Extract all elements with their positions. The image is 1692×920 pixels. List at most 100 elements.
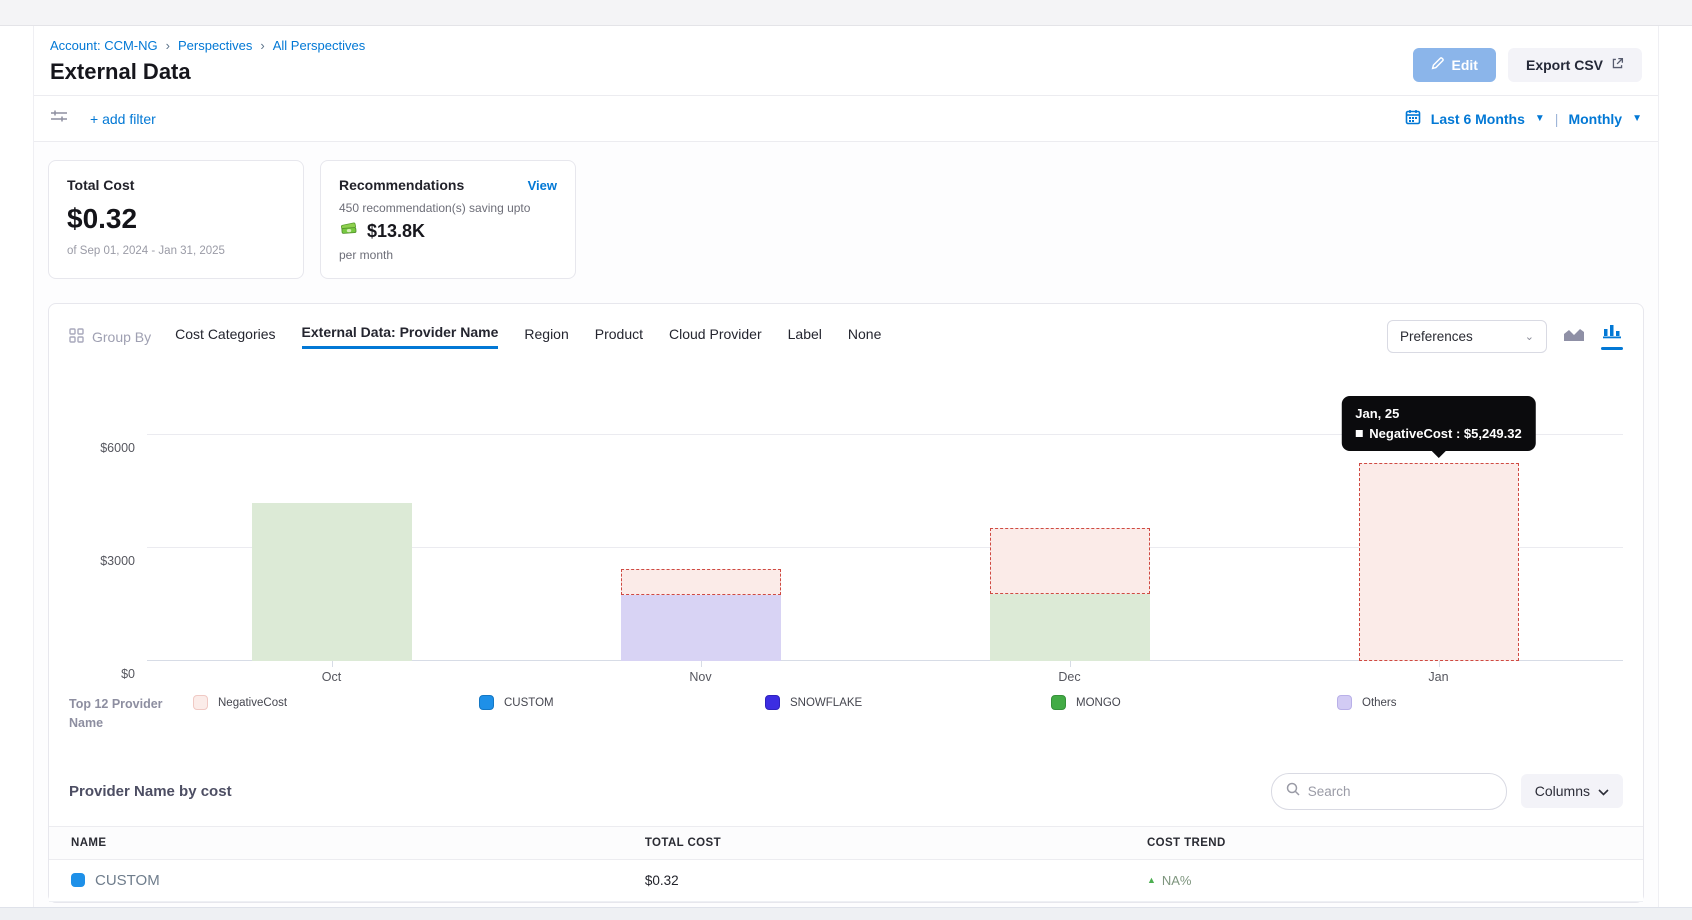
bar-group-nov: Nov [516, 381, 885, 661]
divider: | [1555, 111, 1559, 127]
table-row-custom[interactable]: CUSTOM $0.32▲NA% [49, 860, 1643, 902]
area-chart-icon [1563, 326, 1585, 347]
tab-product[interactable]: Product [595, 326, 643, 348]
tooltip-value: NegativeCost : $5,249.32 [1369, 426, 1521, 441]
bar-stack-nov[interactable] [621, 569, 781, 661]
breadcrumb-item-account-ccm-ng[interactable]: Account: CCM-NG [50, 38, 158, 53]
column-header-total-cost[interactable]: TOTAL COST [623, 837, 1125, 849]
breadcrumb-item-perspectives[interactable]: Perspectives [178, 38, 252, 53]
active-chart-indicator [1601, 347, 1623, 350]
legend-item-negativecost[interactable]: NegativeCost [193, 695, 479, 710]
table-title: Provider Name by cost [69, 783, 232, 800]
total-cost-period: of Sep 01, 2024 - Jan 31, 2025 [67, 245, 285, 257]
x-axis-label-jan: Jan [1428, 670, 1448, 684]
bar-stack-dec[interactable] [990, 528, 1150, 661]
x-axis-label-nov: Nov [689, 670, 711, 684]
row-name-label: CUSTOM [95, 872, 160, 889]
x-axis-tick [332, 661, 333, 667]
cell-cost-trend: ▲NA% [1125, 873, 1643, 888]
bar-group-dec: Dec [885, 381, 1254, 661]
groupby-label: Group By [92, 329, 151, 345]
x-axis-tick [1070, 661, 1071, 667]
bar-segment-negativecost-nov[interactable] [621, 569, 781, 595]
area-chart-toggle[interactable] [1563, 326, 1585, 347]
filter-sliders-icon[interactable] [50, 108, 68, 129]
chevron-down-icon[interactable]: ▼ [1535, 113, 1545, 124]
chart-tooltip: Jan, 25 NegativeCost : $5,249.32 [1341, 396, 1535, 451]
column-header-cost-trend[interactable]: COST TREND [1125, 837, 1643, 849]
tab-cloud-provider[interactable]: Cloud Provider [669, 326, 762, 348]
columns-button[interactable]: Columns [1521, 774, 1623, 808]
legend-label-negativecost: NegativeCost [218, 697, 287, 709]
tab-region[interactable]: Region [524, 326, 568, 348]
bar-segment-negativecost-dec[interactable] [990, 528, 1150, 594]
tooltip-series-bullet [1355, 430, 1362, 437]
bar-segment-negativecost-jan[interactable] [1359, 463, 1519, 661]
y-axis-tick-label: $6000 [100, 441, 135, 455]
perspective-panel: Group By Cost Categories External Data: P… [48, 303, 1644, 903]
bar-chart-icon [1603, 323, 1621, 344]
edit-button[interactable]: Edit [1413, 48, 1496, 82]
recommendations-view-link[interactable]: View [528, 178, 557, 193]
preferences-dropdown[interactable]: Preferences ⌄ [1387, 320, 1547, 353]
legend-label-custom: CUSTOM [504, 697, 554, 709]
total-cost-title: Total Cost [67, 177, 285, 193]
recommendations-subtitle: 450 recommendation(s) saving upto [339, 201, 557, 215]
bar-stack-oct[interactable] [252, 503, 412, 661]
bar-segment-mongo-dec[interactable] [990, 594, 1150, 661]
tab-none[interactable]: None [848, 326, 881, 348]
groupby-label-wrap: Group By [69, 328, 151, 346]
tooltip-title: Jan, 25 [1355, 406, 1521, 421]
window-top-strip [0, 0, 1692, 26]
legend-item-snowflake[interactable]: SNOWFLAKE [765, 695, 1051, 710]
bar-segment-others-nov[interactable] [621, 595, 781, 661]
money-savings-icon [339, 221, 359, 242]
y-axis-tick-label: $0 [121, 667, 135, 681]
bar-chart-toggle[interactable] [1601, 323, 1623, 350]
grid-icon [69, 328, 84, 346]
x-axis-tick [701, 661, 702, 667]
x-axis-tick [1439, 661, 1440, 667]
pencil-icon [1431, 57, 1444, 73]
tab-label[interactable]: Label [788, 326, 822, 348]
legend-title: Top 12 Provider Name [69, 695, 179, 733]
legend-swatch-custom [479, 695, 494, 710]
total-cost-value: $0.32 [67, 203, 285, 235]
legend-swatch-others [1337, 695, 1352, 710]
cell-total-cost: $0.32 [623, 873, 1125, 888]
tab-external-data-provider-name[interactable]: External Data: Provider Name [302, 324, 499, 349]
recommendations-card: Recommendations View 450 recommendation(… [320, 160, 576, 279]
legend-swatch-snowflake [765, 695, 780, 710]
time-range-selector[interactable]: Last 6 Months [1431, 111, 1525, 127]
recommendations-title: Recommendations [339, 177, 464, 193]
legend-item-others[interactable]: Others [1337, 695, 1623, 710]
savings-period: per month [339, 248, 557, 262]
breadcrumb-item-all-perspectives[interactable]: All Perspectives [273, 38, 365, 53]
groupby-row: Group By Cost Categories External Data: P… [69, 320, 1623, 353]
export-csv-button[interactable]: Export CSV [1508, 48, 1642, 82]
column-header-name[interactable]: NAME [49, 837, 623, 849]
breadcrumb-separator: › [166, 38, 170, 53]
legend-item-mongo[interactable]: MONGO [1051, 695, 1337, 710]
chart-plot: Jan, 25 NegativeCost : $5,249.32 $0$3000… [147, 381, 1623, 661]
table-body: CUSTOM $0.32▲NA% [49, 860, 1643, 902]
search-input[interactable] [1308, 784, 1492, 799]
legend-item-custom[interactable]: CUSTOM [479, 695, 765, 710]
tab-cost-categories[interactable]: Cost Categories [175, 326, 275, 348]
bar-stack-jan[interactable] [1359, 463, 1519, 661]
legend-swatch-mongo [1051, 695, 1066, 710]
bar-group-oct: Oct [147, 381, 516, 661]
chevron-down-icon[interactable]: ▼ [1632, 113, 1642, 124]
y-axis-tick-label: $3000 [100, 554, 135, 568]
add-filter-button[interactable]: + add filter [90, 111, 156, 127]
trend-up-icon: ▲ [1147, 875, 1156, 885]
bar-segment-mongo-oct[interactable] [252, 503, 412, 661]
breadcrumb-separator: › [260, 38, 264, 53]
total-cost-card: Total Cost $0.32 of Sep 01, 2024 - Jan 3… [48, 160, 304, 279]
table-search[interactable] [1271, 773, 1507, 810]
granularity-selector[interactable]: Monthly [1568, 111, 1622, 127]
legend-swatch-negativecost [193, 695, 208, 710]
filter-bar: + add filter Last 6 Months ▼ | Monthly ▼ [34, 96, 1658, 142]
table-header-row: NAMETOTAL COSTCOST TREND [49, 826, 1643, 860]
legend-label-snowflake: SNOWFLAKE [790, 697, 862, 709]
